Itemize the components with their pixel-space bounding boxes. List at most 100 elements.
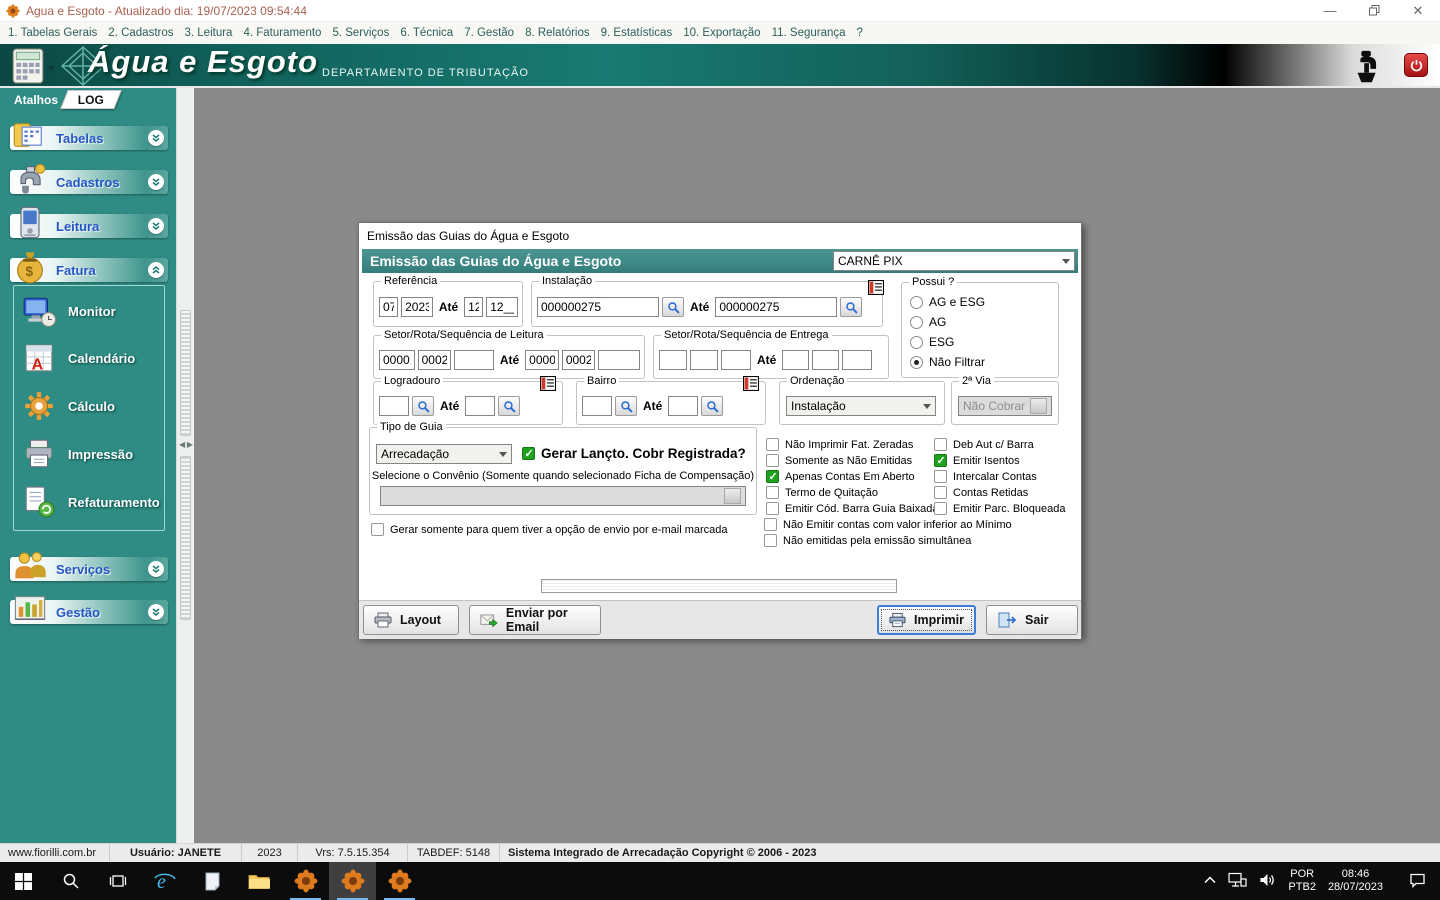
sidebar-item-gestao[interactable]: Gestão (10, 600, 168, 624)
menu-exportacao[interactable]: 10. Exportação (683, 27, 760, 39)
instalacao-list-icon[interactable] (868, 280, 884, 295)
menu-cadastros[interactable]: 2. Cadastros (108, 27, 173, 39)
opt-somente-nao-emitidas[interactable]: Somente as Não Emitidas (766, 454, 912, 467)
tipo-carne-select[interactable]: CARNÊ PIX (833, 251, 1075, 271)
menu-gestao[interactable]: 7. Gestão (464, 27, 514, 39)
radio-ag-e-esg[interactable]: AG e ESG (910, 295, 985, 309)
sidebar-item-fatura[interactable]: $ Fatura (10, 258, 168, 282)
network-icon[interactable] (1228, 872, 1247, 890)
search-instalacao-ate-button[interactable] (840, 297, 862, 317)
action-center-icon[interactable] (1409, 872, 1426, 891)
setor-entrega-ate-setor-input[interactable] (782, 350, 809, 370)
opt-emitir-parc-bloqueada[interactable]: Emitir Parc. Bloqueada (934, 502, 1066, 515)
tab-atalhos[interactable]: Atalhos (14, 93, 58, 107)
submenu-item-calculo[interactable]: Cálculo (22, 389, 115, 423)
menu-relatorios[interactable]: 8. Relatórios (525, 27, 590, 39)
opt-intercalar-contas[interactable]: Intercalar Contas (934, 470, 1037, 483)
opt-apenas-contas-em-aberto[interactable]: Apenas Contas Em Aberto (766, 470, 915, 483)
splitter-arrows[interactable]: ◀▶ (179, 440, 193, 449)
logradouro-ate-input[interactable] (465, 396, 495, 416)
sair-button[interactable]: Sair (986, 605, 1078, 635)
fiorilli-app-3-icon[interactable] (376, 862, 423, 900)
search-logradouro-de-button[interactable] (412, 396, 434, 416)
chevron-down-icon[interactable] (148, 130, 164, 146)
setor-entrega-ate-seq-input[interactable] (842, 350, 872, 370)
opt-emitir-cod-barra-guia-baixada[interactable]: Emitir Cód. Barra Guia Baixada (766, 502, 938, 515)
menu-servicos[interactable]: 5. Serviços (332, 27, 389, 39)
tipo-guia-select[interactable]: Arrecadação (376, 444, 512, 464)
opt-emitir-isentos[interactable]: Emitir Isentos (934, 454, 1020, 467)
splitter-texture[interactable] (180, 456, 191, 620)
setor-leitura-ate-seq-input[interactable] (598, 350, 640, 370)
splitter-texture[interactable] (180, 310, 191, 436)
setor-leitura-ate-setor-input[interactable] (525, 350, 559, 370)
opt-nao-emitir-valor-inferior[interactable]: Não Emitir contas com valor inferior ao … (764, 518, 1012, 531)
bairro-ate-input[interactable] (668, 396, 698, 416)
setor-leitura-de-seq-input[interactable] (454, 350, 494, 370)
chevron-down-icon[interactable] (148, 218, 164, 234)
logradouro-de-input[interactable] (379, 396, 409, 416)
collapse-right-icon[interactable]: ▶ (187, 440, 193, 449)
sidebar-item-servicos[interactable]: Serviços (10, 557, 168, 581)
taskbar-search-icon[interactable] (47, 862, 94, 900)
referencia-de-ano-input[interactable] (401, 297, 433, 317)
menu-tabelas-gerais[interactable]: 1. Tabelas Gerais (8, 27, 97, 39)
ordenacao-select[interactable]: Instalação (786, 396, 936, 416)
tab-log[interactable]: LOG (60, 90, 122, 109)
sidebar-item-leitura[interactable]: Leitura (10, 214, 168, 238)
setor-entrega-de-setor-input[interactable] (659, 350, 687, 370)
start-button[interactable] (0, 862, 47, 900)
radio-esg[interactable]: ESG (910, 335, 954, 349)
internet-explorer-icon[interactable]: e (141, 862, 188, 900)
layout-button[interactable]: Layout (363, 605, 459, 635)
collapse-left-icon[interactable]: ◀ (179, 440, 185, 449)
opt-deb-aut-barra[interactable]: Deb Aut c/ Barra (934, 438, 1034, 451)
menu-leitura[interactable]: 3. Leitura (185, 27, 233, 39)
fiorilli-app-2-icon[interactable] (329, 862, 376, 900)
hidden-icons-chevron[interactable] (1204, 875, 1216, 887)
menu-estatisticas[interactable]: 9. Estatísticas (601, 27, 673, 39)
menu-faturamento[interactable]: 4. Faturamento (243, 27, 321, 39)
bairro-list-icon[interactable] (743, 376, 759, 391)
calculator-dropdown-arrow[interactable] (47, 66, 55, 71)
opt-nao-emitidas-emissao-simultanea[interactable]: Não emitidas pela emissão simultânea (764, 534, 971, 547)
language-indicator[interactable]: PORPTB2 (1288, 868, 1316, 894)
menu-help[interactable]: ? (857, 27, 863, 39)
submenu-item-monitor[interactable]: Monitor (22, 294, 116, 328)
setor-entrega-de-seq-input[interactable] (721, 350, 751, 370)
splitter-strip[interactable]: ◀▶ (176, 88, 194, 843)
submenu-item-calendario[interactable]: A Calendário (22, 341, 135, 375)
opt-termo-de-quitacao[interactable]: Termo de Quitação (766, 486, 878, 499)
setor-entrega-de-rota-input[interactable] (690, 350, 718, 370)
speaker-icon[interactable] (1259, 873, 1276, 890)
restore-button[interactable] (1352, 0, 1396, 21)
setor-leitura-de-rota-input[interactable] (418, 350, 452, 370)
referencia-de-mes-input[interactable] (379, 297, 398, 317)
setor-entrega-ate-rota-input[interactable] (812, 350, 839, 370)
setor-leitura-de-setor-input[interactable] (379, 350, 415, 370)
calculator-icon[interactable] (12, 48, 44, 84)
instalacao-ate-input[interactable] (715, 297, 837, 317)
search-bairro-de-button[interactable] (615, 396, 637, 416)
radio-ag[interactable]: AG (910, 315, 946, 329)
chevron-down-icon[interactable] (148, 604, 164, 620)
radio-nao-filtrar[interactable]: Não Filtrar (910, 355, 985, 369)
dialog-title-bar[interactable]: Emissão das Guias do Água e Esgoto (359, 223, 1081, 249)
email-option-checkbox[interactable]: Gerar somente para quem tiver a opção de… (371, 523, 728, 536)
power-button[interactable] (1404, 53, 1428, 77)
minimize-button[interactable]: — (1308, 0, 1352, 21)
setor-leitura-ate-rota-input[interactable] (562, 350, 596, 370)
logradouro-list-icon[interactable] (540, 376, 556, 391)
chevron-down-icon[interactable] (148, 174, 164, 190)
menu-tecnica[interactable]: 6. Técnica (400, 27, 453, 39)
search-instalacao-de-button[interactable] (662, 297, 684, 317)
enviar-por-email-button[interactable]: Enviar por Email (469, 605, 601, 635)
referencia-ate-ano-input[interactable] (486, 297, 518, 317)
chevron-down-icon[interactable] (148, 561, 164, 577)
submenu-item-impressao[interactable]: Impressão (22, 437, 133, 471)
opt-contas-retidas[interactable]: Contas Retidas (934, 486, 1028, 499)
sidebar-item-cadastros[interactable]: Cadastros (10, 170, 168, 194)
submenu-item-refaturamento[interactable]: Refaturamento (22, 485, 160, 519)
sidebar-item-tabelas[interactable]: Tabelas (10, 126, 168, 150)
close-button[interactable]: ✕ (1396, 0, 1440, 21)
